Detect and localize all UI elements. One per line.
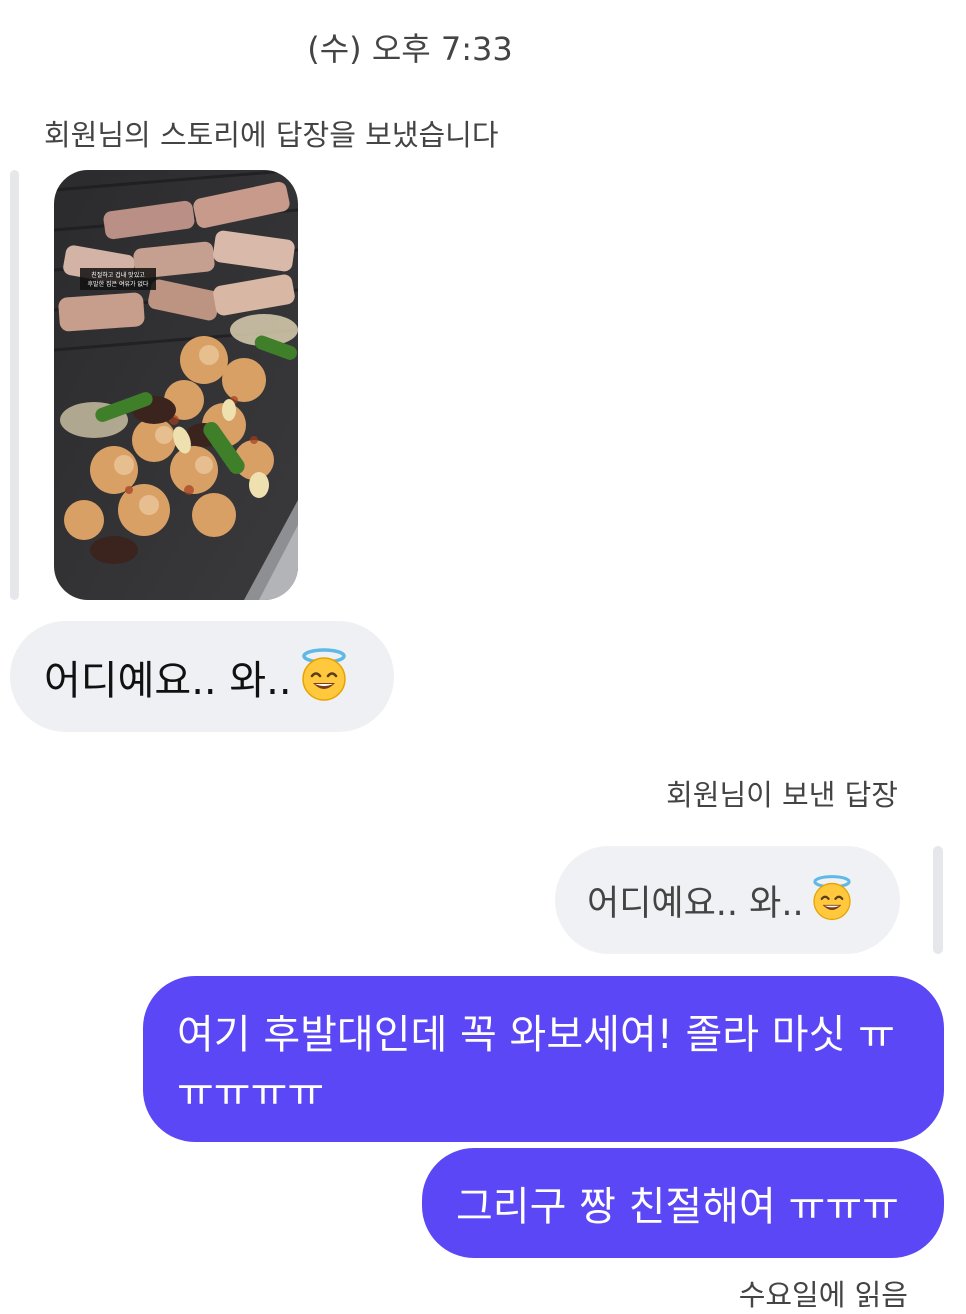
outgoing-message-text: 그리구 짱 친절해여 ㅠㅠㅠ (456, 1184, 899, 1230)
incoming-message-bubble[interactable]: 어디예요.. 와.. (10, 621, 394, 732)
reply-label: 회원님이 보낸 답장 (666, 778, 898, 812)
outgoing-message-bubble[interactable]: 여기 후발대인데 꼭 와보세여! 졸라 마싯 ㅠㅠㅠㅠㅠ (143, 976, 944, 1142)
reply-quote-bar (933, 846, 943, 954)
quoted-message-text: 어디예요.. 와.. (587, 883, 804, 924)
timestamp: (수) 오후 7:33 (307, 30, 513, 68)
quoted-message-bubble[interactable]: 어디예요.. 와.. (555, 846, 900, 954)
outgoing-message-bubble[interactable]: 그리구 짱 친절해여 ㅠㅠㅠ (422, 1148, 944, 1258)
story-quote-bar (10, 170, 19, 600)
story-caption-line2: 후발한 집은 여유가 없다 (88, 280, 149, 288)
story-caption-line1: 친절하고 겁내 맛있고 (91, 271, 145, 279)
incoming-message-text: 어디예요.. 와.. (44, 657, 292, 704)
grilled-meat-photo: 친절하고 겁내 맛있고 후발한 집은 여유가 없다 (54, 170, 298, 600)
smiling-face-with-halo-icon (808, 874, 856, 926)
smiling-face-with-halo-icon (296, 647, 352, 707)
read-receipt: 수요일에 읽음 (738, 1278, 908, 1312)
story-reply-label: 회원님의 스토리에 답장을 보냈습니다 (44, 118, 499, 152)
story-thumbnail[interactable]: 친절하고 겁내 맛있고 후발한 집은 여유가 없다 (54, 170, 298, 600)
